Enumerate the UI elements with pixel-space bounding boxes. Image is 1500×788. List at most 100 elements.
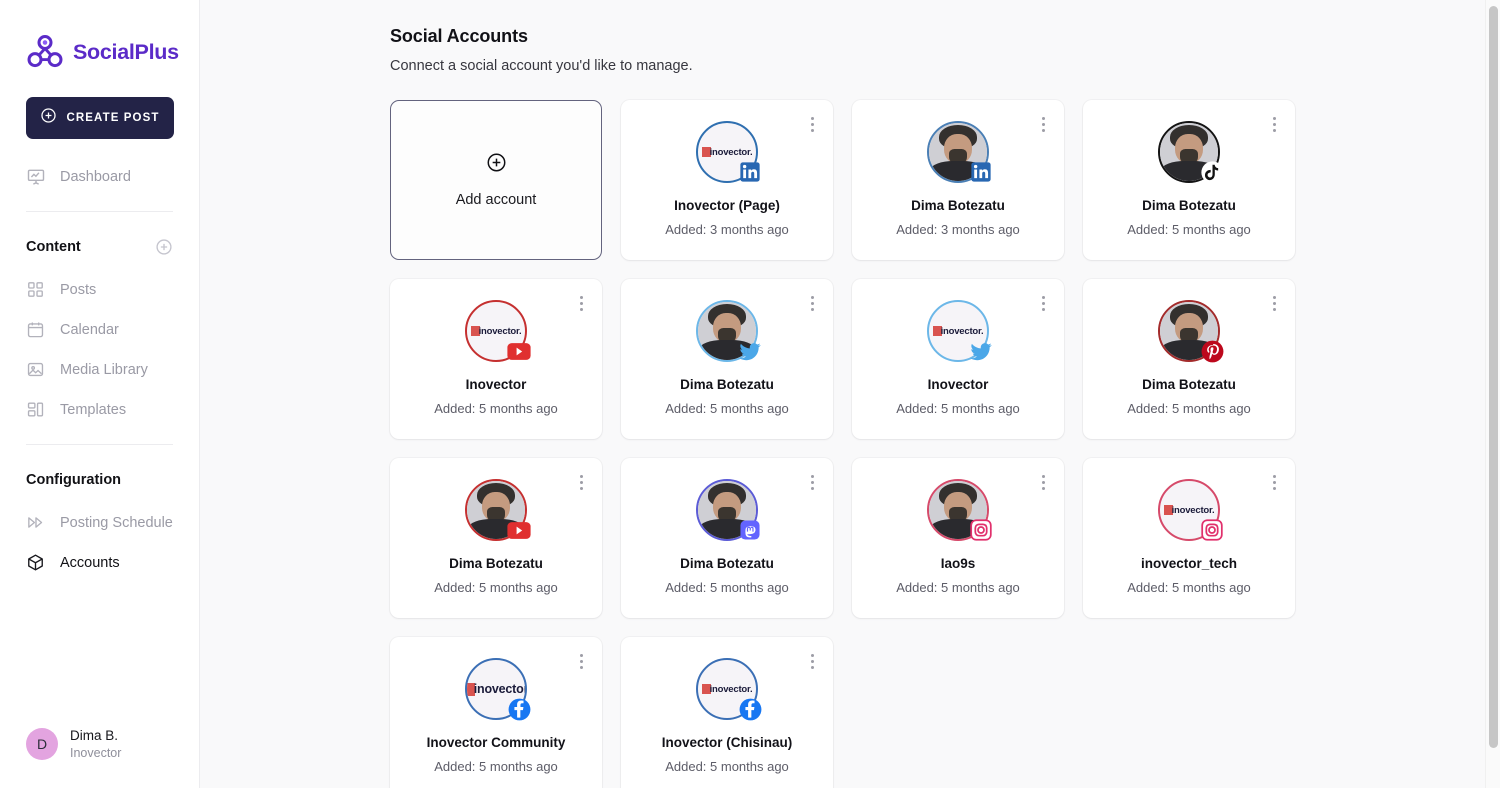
sidebar-item-templates[interactable]: Templates bbox=[26, 390, 173, 430]
more-vertical-icon[interactable] bbox=[1036, 472, 1050, 492]
account-added-date: Added: 5 months ago bbox=[896, 580, 1020, 595]
facebook-icon bbox=[738, 697, 762, 721]
scrollbar-thumb[interactable] bbox=[1489, 6, 1498, 748]
account-card[interactable]: Dima Botezatu Added: 3 months ago bbox=[852, 100, 1064, 260]
account-avatar: inovector. bbox=[696, 658, 758, 720]
app-root: SocialPlus CREATE POST Dashboard Co bbox=[0, 0, 1500, 788]
account-name: Inovector (Page) bbox=[674, 198, 780, 214]
sidebar-item-label: Accounts bbox=[60, 555, 120, 571]
account-name: Dima Botezatu bbox=[680, 377, 774, 393]
more-vertical-icon[interactable] bbox=[1036, 293, 1050, 313]
account-added-date: Added: 5 months ago bbox=[434, 401, 558, 416]
account-card[interactable]: inovector. inovector_tech Added: 5 months … bbox=[1083, 458, 1295, 618]
account-name: Dima Botezatu bbox=[449, 556, 543, 572]
account-name: Dima Botezatu bbox=[911, 198, 1005, 214]
sidebar: SocialPlus CREATE POST Dashboard Co bbox=[0, 0, 200, 788]
sidebar-item-media-library[interactable]: Media Library bbox=[26, 350, 173, 390]
more-vertical-icon[interactable] bbox=[574, 651, 588, 671]
more-vertical-icon[interactable] bbox=[805, 651, 819, 671]
more-vertical-icon[interactable] bbox=[1267, 293, 1281, 313]
account-added-date: Added: 5 months ago bbox=[1127, 401, 1251, 416]
account-avatar: inovector. bbox=[927, 300, 989, 362]
more-vertical-icon[interactable] bbox=[1267, 472, 1281, 492]
account-added-date: Added: 5 months ago bbox=[665, 580, 789, 595]
account-added-date: Added: 5 months ago bbox=[1127, 580, 1251, 595]
account-added-date: Added: 3 months ago bbox=[896, 222, 1020, 237]
image-icon bbox=[26, 360, 46, 380]
sidebar-item-dashboard[interactable]: Dashboard bbox=[26, 157, 173, 197]
instagram-icon bbox=[1200, 518, 1224, 542]
account-card[interactable]: Dima BotezatuAdded: 5 months ago bbox=[390, 458, 602, 618]
sidebar-item-label: Dashboard bbox=[60, 169, 131, 185]
more-vertical-icon[interactable] bbox=[574, 293, 588, 313]
account-card[interactable]: Dima Botezatu Added: 5 months ago bbox=[621, 458, 833, 618]
account-avatar bbox=[927, 479, 989, 541]
create-post-button[interactable]: CREATE POST bbox=[26, 97, 174, 139]
more-vertical-icon[interactable] bbox=[805, 114, 819, 134]
account-name: Inovector bbox=[466, 377, 527, 393]
account-card[interactable]: Dima BotezatuAdded: 5 months ago bbox=[621, 279, 833, 439]
more-vertical-icon[interactable] bbox=[805, 293, 819, 313]
account-added-date: Added: 3 months ago bbox=[665, 222, 789, 237]
sidebar-section-configuration: Configuration bbox=[26, 459, 173, 501]
socialplus-logo-icon bbox=[26, 33, 64, 71]
youtube-icon bbox=[507, 339, 531, 363]
sidebar-divider-2 bbox=[26, 444, 173, 445]
youtube-icon bbox=[507, 518, 531, 542]
sidebar-item-posting-schedule[interactable]: Posting Schedule bbox=[26, 503, 173, 543]
account-card[interactable]: inovector.InovectorAdded: 5 months ago bbox=[852, 279, 1064, 439]
account-card[interactable]: inovectorInovector CommunityAdded: 5 mon… bbox=[390, 637, 602, 788]
add-content-icon[interactable] bbox=[155, 238, 173, 256]
account-card[interactable]: inovector. Inovector (Chisinau) Added: 5 m… bbox=[621, 637, 833, 788]
account-avatar: inovector. bbox=[696, 121, 758, 183]
account-name: inovector_tech bbox=[1141, 556, 1237, 572]
avatar: D bbox=[26, 728, 58, 760]
account-card[interactable]: Dima Botezatu Added: 5 months ago bbox=[1083, 279, 1295, 439]
account-name: Dima Botezatu bbox=[1142, 377, 1236, 393]
user-profile[interactable]: D Dima B. Inovector bbox=[26, 727, 121, 762]
sidebar-divider-1 bbox=[26, 211, 173, 212]
sidebar-content-group: Posts Calendar bbox=[26, 270, 173, 430]
page-subtitle: Connect a social account you'd like to m… bbox=[390, 58, 1500, 74]
account-avatar: inovector. bbox=[1158, 479, 1220, 541]
sidebar-item-posts[interactable]: Posts bbox=[26, 270, 173, 310]
account-avatar: inovector. bbox=[465, 300, 527, 362]
section-title-content: Content bbox=[26, 239, 81, 255]
grid-icon bbox=[26, 280, 46, 300]
pinterest-icon bbox=[1200, 339, 1224, 363]
more-vertical-icon[interactable] bbox=[1036, 114, 1050, 134]
account-avatar bbox=[696, 479, 758, 541]
account-name: Inovector (Chisinau) bbox=[662, 735, 793, 751]
accounts-grid: Add account inovector. Inovector (Page) Ad… bbox=[390, 100, 1277, 788]
account-added-date: Added: 5 months ago bbox=[1127, 222, 1251, 237]
account-added-date: Added: 5 months ago bbox=[665, 759, 789, 774]
account-added-date: Added: 5 months ago bbox=[434, 759, 558, 774]
create-post-label: CREATE POST bbox=[66, 112, 159, 124]
template-icon bbox=[26, 400, 46, 420]
brand-logo[interactable]: SocialPlus bbox=[26, 0, 173, 71]
more-vertical-icon[interactable] bbox=[574, 472, 588, 492]
more-vertical-icon[interactable] bbox=[1267, 114, 1281, 134]
add-account-card[interactable]: Add account bbox=[390, 100, 602, 260]
account-card[interactable]: inovector. Inovector (Page) Added: 3 month… bbox=[621, 100, 833, 260]
add-account-label: Add account bbox=[456, 192, 537, 208]
account-card[interactable]: Dima Botezatu Added: 5 months ago bbox=[1083, 100, 1295, 260]
account-avatar bbox=[1158, 300, 1220, 362]
mastodon-icon bbox=[738, 518, 762, 542]
account-name: Dima Botezatu bbox=[680, 556, 774, 572]
user-org: Inovector bbox=[70, 745, 121, 762]
facebook-icon bbox=[507, 697, 531, 721]
section-title-configuration: Configuration bbox=[26, 472, 121, 488]
account-name: Dima Botezatu bbox=[1142, 198, 1236, 214]
account-card[interactable]: inovector. Inovector Added: 5 months ago bbox=[390, 279, 602, 439]
sidebar-item-accounts[interactable]: Accounts bbox=[26, 543, 173, 583]
fast-forward-icon bbox=[26, 513, 46, 533]
more-vertical-icon[interactable] bbox=[805, 472, 819, 492]
sidebar-item-calendar[interactable]: Calendar bbox=[26, 310, 173, 350]
plus-circle-icon bbox=[40, 107, 57, 129]
tiktok-icon bbox=[1200, 160, 1224, 184]
vertical-scrollbar[interactable] bbox=[1485, 0, 1500, 788]
account-card[interactable]: Iao9sAdded: 5 months ago bbox=[852, 458, 1064, 618]
linkedin-icon bbox=[738, 160, 762, 184]
account-avatar bbox=[927, 121, 989, 183]
